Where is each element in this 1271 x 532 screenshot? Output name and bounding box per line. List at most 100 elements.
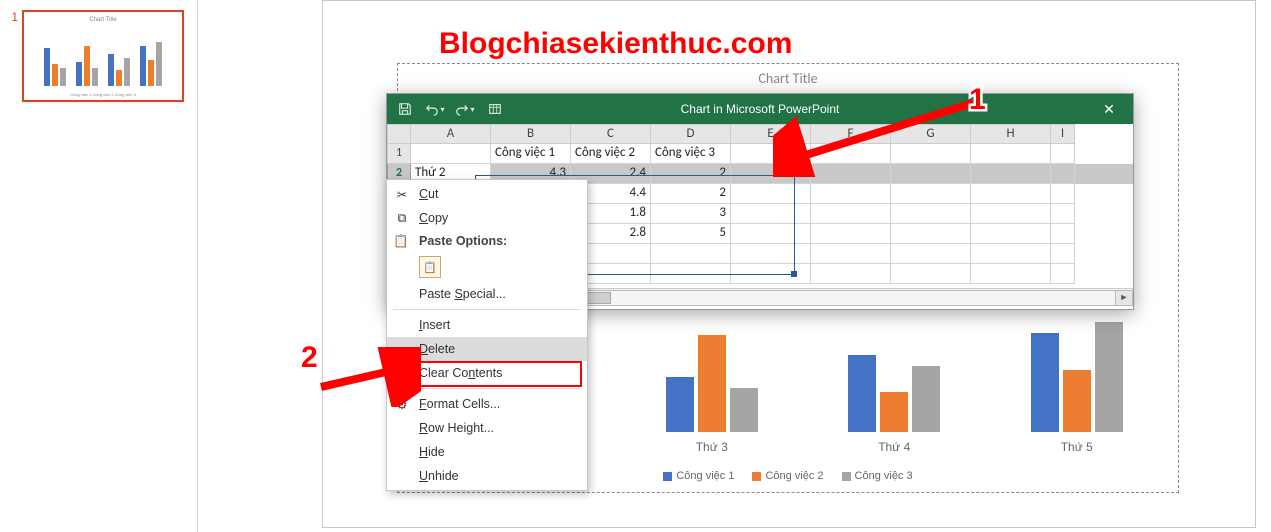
xaxis-label: Thứ 3 [696, 440, 728, 454]
cell[interactable] [731, 144, 811, 164]
menu-cut[interactable]: ✂Cut [387, 182, 587, 206]
thumb-chart [34, 30, 172, 86]
cell[interactable] [811, 224, 891, 244]
menu-clear-contents[interactable]: Clear Contents [387, 361, 587, 385]
xaxis-label: Thứ 4 [878, 440, 910, 454]
paste-option-icon[interactable]: 📋 [419, 256, 441, 278]
cell[interactable] [651, 264, 731, 284]
select-all-corner[interactable] [387, 124, 411, 144]
menu-row-height[interactable]: Row Height... [387, 416, 587, 440]
cell[interactable] [971, 224, 1051, 244]
cell[interactable] [891, 184, 971, 204]
slide-thumbnail-1[interactable]: Chart Title Công việc 1 Công việc 2 Công… [22, 10, 184, 102]
col-header[interactable]: H [971, 124, 1051, 144]
legend-label: Công việc 3 [855, 470, 913, 482]
annotation-number-2: 22 [301, 341, 318, 375]
context-menu[interactable]: ✂Cut ⧉Copy 📋Paste Options: 📋 Paste Speci… [386, 179, 588, 491]
cell[interactable] [891, 204, 971, 224]
format-cells-icon: ⚙ [393, 397, 411, 412]
quick-access-toolbar: ▾ ▾ [391, 96, 509, 122]
col-header[interactable]: B [491, 124, 571, 144]
menu-format-cells[interactable]: ⚙Format Cells... [387, 392, 587, 416]
col-header[interactable]: C [571, 124, 651, 144]
menu-insert[interactable]: Insert [387, 313, 587, 337]
thumb-chart-title: Chart Title [24, 17, 182, 23]
cell[interactable] [971, 244, 1051, 264]
close-button[interactable]: ✕ [1089, 96, 1129, 122]
col-header[interactable]: E [731, 124, 811, 144]
cell[interactable] [731, 224, 811, 244]
slide-number: 1 [6, 10, 18, 102]
menu-paste-options-label: 📋Paste Options: [387, 230, 587, 252]
cell[interactable]: Công việc 3 [651, 144, 731, 164]
cell[interactable] [651, 244, 731, 264]
cell[interactable] [811, 164, 891, 184]
cell[interactable] [1051, 224, 1075, 244]
chart-title: Chart Title [398, 70, 1178, 87]
cell[interactable] [731, 264, 811, 284]
cell[interactable] [731, 204, 811, 224]
col-header[interactable]: A [411, 124, 491, 144]
paste-options-row: 📋 [387, 252, 587, 282]
cell[interactable] [811, 264, 891, 284]
cell[interactable] [811, 244, 891, 264]
cell[interactable]: 3 [651, 204, 731, 224]
cell[interactable] [1051, 264, 1075, 284]
table-row[interactable]: 1 Công việc 1 Công việc 2 Công việc 3 [387, 144, 1133, 164]
slide-canvas[interactable]: Blogchiasekienthuc.com Blogchiasekienthu… [322, 0, 1256, 528]
cell[interactable] [971, 264, 1051, 284]
cell[interactable] [891, 144, 971, 164]
slide-edit-area[interactable]: Blogchiasekienthuc.com Blogchiasekienthu… [198, 0, 1271, 532]
menu-paste-special[interactable]: Paste Special... [387, 282, 587, 306]
cell[interactable] [811, 144, 891, 164]
excel-titlebar[interactable]: ▾ ▾ Chart in Microsoft PowerPoint ✕ [387, 94, 1133, 124]
col-header[interactable]: G [891, 124, 971, 144]
col-header[interactable]: D [651, 124, 731, 144]
cell[interactable] [891, 164, 971, 184]
cell[interactable] [971, 204, 1051, 224]
cell[interactable] [891, 264, 971, 284]
cell[interactable] [891, 224, 971, 244]
cell[interactable] [811, 204, 891, 224]
cell[interactable]: Công việc 1 [491, 144, 571, 164]
cell[interactable] [811, 184, 891, 204]
copy-icon: ⧉ [393, 211, 411, 226]
cell[interactable]: 2 [651, 184, 731, 204]
paste-icon: 📋 [393, 234, 409, 249]
cell[interactable] [971, 144, 1051, 164]
row-header[interactable]: 1 [387, 144, 411, 164]
cell[interactable] [1051, 244, 1075, 264]
cell[interactable]: 5 [651, 224, 731, 244]
legend-label: Công việc 1 [676, 470, 734, 482]
edit-data-icon[interactable] [481, 96, 509, 122]
cut-icon: ✂ [393, 187, 411, 202]
cell[interactable] [971, 164, 1051, 184]
xaxis-label: Thứ 5 [1061, 440, 1093, 454]
cell[interactable]: 2 [651, 164, 731, 184]
cell[interactable] [1051, 144, 1075, 164]
menu-hide[interactable]: Hide [387, 440, 587, 464]
legend-label: Công việc 2 [765, 470, 823, 482]
cell[interactable] [731, 244, 811, 264]
scroll-right-button[interactable]: ► [1115, 290, 1133, 306]
undo-icon[interactable]: ▾ [421, 96, 449, 122]
cell[interactable] [411, 144, 491, 164]
col-header[interactable]: F [811, 124, 891, 144]
cell[interactable]: Công việc 2 [571, 144, 651, 164]
cell[interactable] [971, 184, 1051, 204]
menu-unhide[interactable]: Unhide [387, 464, 587, 488]
save-icon[interactable] [391, 96, 419, 122]
cell[interactable] [731, 164, 811, 184]
cell[interactable] [1051, 204, 1075, 224]
slide-thumbnail-panel: 1 Chart Title Công việc 1 Công việc 2 Cô… [0, 0, 198, 532]
cell[interactable] [1051, 164, 1075, 184]
cell[interactable] [731, 184, 811, 204]
column-headers: A B C D E F G H I [387, 124, 1133, 144]
menu-copy[interactable]: ⧉Copy [387, 206, 587, 230]
redo-icon[interactable]: ▾ [451, 96, 479, 122]
col-header[interactable]: I [1051, 124, 1075, 144]
slide-thumb-row: 1 Chart Title Công việc 1 Công việc 2 Cô… [6, 10, 191, 102]
cell[interactable] [1051, 184, 1075, 204]
menu-delete[interactable]: Delete [387, 337, 587, 361]
cell[interactable] [891, 244, 971, 264]
